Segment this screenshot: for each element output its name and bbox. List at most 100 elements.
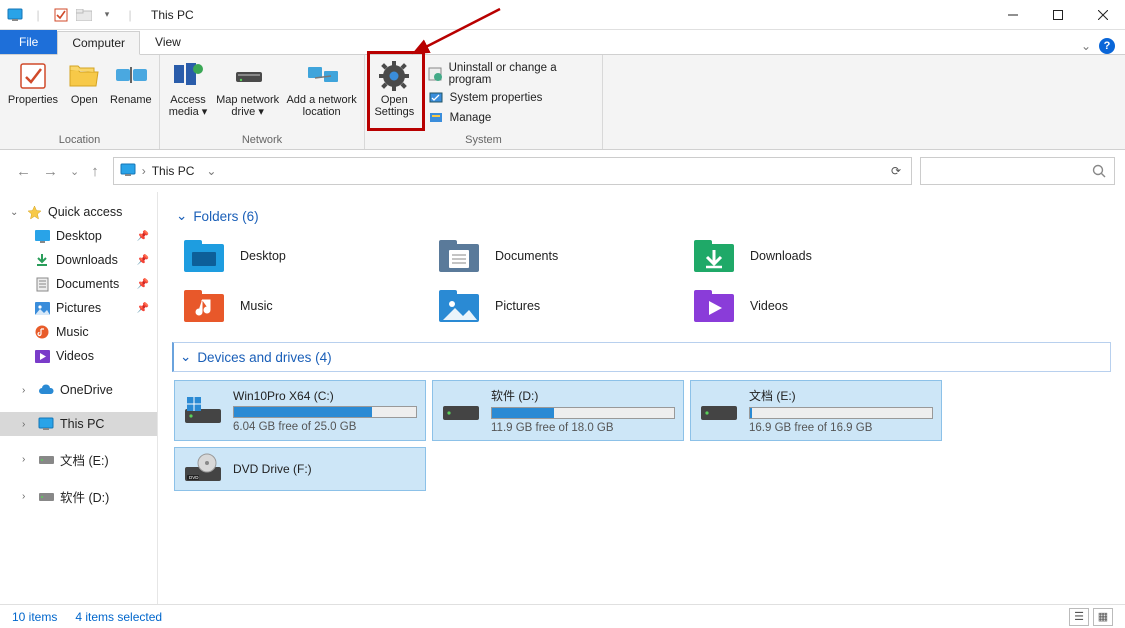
downloads-folder-icon [692, 238, 736, 274]
sidebar-pictures[interactable]: Pictures📌 [0, 296, 157, 320]
forward-button[interactable]: → [43, 163, 58, 180]
chevron-right-icon[interactable]: › [22, 385, 32, 396]
music-folder-icon [182, 288, 226, 324]
refresh-button[interactable]: ⟳ [887, 164, 905, 178]
chevron-down-icon[interactable]: ⌄ [10, 207, 20, 218]
add-location-icon [306, 60, 338, 92]
drives-grid: Win10Pro X64 (C:) 6.04 GB free of 25.0 G… [172, 376, 1111, 497]
download-icon [34, 252, 50, 268]
open-folder-icon [68, 60, 100, 92]
address-dropdown-icon[interactable]: ⌄ [200, 164, 222, 178]
breadcrumb-this-pc[interactable]: This PC [152, 164, 195, 178]
folders-grid: Desktop Documents Downloads Music Pictur… [172, 230, 1111, 342]
help-icon[interactable]: ? [1099, 38, 1115, 54]
sidebar-desktop[interactable]: Desktop📌 [0, 224, 157, 248]
sidebar-drive-e[interactable]: › 文档 (E:) [0, 446, 157, 473]
group-location: Properties Open Rename Location [0, 55, 160, 149]
folder-videos[interactable]: Videos [688, 284, 943, 328]
qat-folder-icon[interactable] [73, 4, 95, 26]
sidebar-downloads[interactable]: Downloads📌 [0, 248, 157, 272]
sidebar-quick-access[interactable]: ⌄ Quick access [0, 200, 157, 224]
videos-icon [34, 348, 50, 364]
sidebar-onedrive[interactable]: › OneDrive [0, 378, 157, 402]
access-media-icon [172, 60, 204, 92]
folder-music[interactable]: Music [178, 284, 433, 328]
access-media-button[interactable]: Access media ▾ [164, 58, 212, 120]
open-settings-button[interactable]: Open Settings [369, 58, 420, 120]
qat-properties-icon[interactable] [50, 4, 72, 26]
pictures-folder-icon [437, 288, 481, 324]
status-selected-count: 4 items selected [75, 610, 162, 624]
navigation-bar: ← → ⌄ ↑ › This PC ⌄ ⟳ [0, 150, 1125, 192]
collapse-ribbon-icon[interactable]: ⌄ [1081, 39, 1091, 53]
drive-c[interactable]: Win10Pro X64 (C:) 6.04 GB free of 25.0 G… [174, 380, 426, 441]
folder-downloads[interactable]: Downloads [688, 234, 943, 278]
search-box[interactable] [920, 157, 1115, 185]
maximize-button[interactable] [1035, 0, 1080, 30]
folder-documents[interactable]: Documents [433, 234, 688, 278]
minimize-button[interactable] [990, 0, 1035, 30]
map-drive-icon [232, 60, 264, 92]
search-icon [1092, 164, 1106, 178]
chevron-down-icon: ⌄ [180, 349, 191, 365]
documents-icon [34, 276, 50, 292]
details-view-button[interactable]: ☰ [1069, 608, 1089, 626]
qat-sep: | [27, 4, 49, 26]
status-item-count: 10 items [12, 610, 57, 624]
close-button[interactable] [1080, 0, 1125, 30]
tab-view[interactable]: View [140, 30, 196, 54]
properties-button[interactable]: Properties [4, 58, 62, 120]
manage-icon [428, 110, 444, 126]
section-drives-header[interactable]: ⌄ Devices and drives (4) [172, 342, 1111, 372]
uninstall-icon [428, 66, 443, 82]
uninstall-button[interactable]: Uninstall or change a program [428, 62, 592, 86]
add-location-button[interactable]: Add a network location [283, 58, 360, 120]
tab-file[interactable]: File [0, 30, 57, 54]
drive-d[interactable]: 软件 (D:) 11.9 GB free of 18.0 GB [432, 380, 684, 441]
qat-dropdown-icon[interactable]: ▾ [96, 4, 118, 26]
back-button[interactable]: ← [16, 163, 31, 180]
properties-icon [17, 60, 49, 92]
drive-icon [38, 489, 54, 505]
app-icon[interactable] [4, 4, 26, 26]
address-sep: › [142, 164, 146, 178]
manage-button[interactable]: Manage [428, 110, 592, 126]
nav-arrows: ← → ⌄ ↑ [10, 163, 105, 180]
sidebar-documents[interactable]: Documents📌 [0, 272, 157, 296]
sidebar-this-pc[interactable]: › This PC [0, 412, 157, 436]
drive-e[interactable]: 文档 (E:) 16.9 GB free of 16.9 GB [690, 380, 942, 441]
icons-view-button[interactable]: ▦ [1093, 608, 1113, 626]
cloud-icon [38, 382, 54, 398]
folder-pictures[interactable]: Pictures [433, 284, 688, 328]
desktop-folder-icon [182, 238, 226, 274]
tab-computer[interactable]: Computer [57, 31, 140, 55]
system-properties-button[interactable]: System properties [428, 90, 592, 106]
pin-icon: 📌 [137, 255, 149, 266]
documents-folder-icon [437, 238, 481, 274]
address-bar[interactable]: › This PC ⌄ ⟳ [113, 157, 912, 185]
open-button[interactable]: Open [64, 58, 105, 120]
sidebar-drive-d[interactable]: › 软件 (D:) [0, 483, 157, 510]
section-folders-header[interactable]: ⌄ Folders (6) [172, 202, 1111, 230]
folder-desktop[interactable]: Desktop [178, 234, 433, 278]
videos-folder-icon [692, 288, 736, 324]
recent-dropdown[interactable]: ⌄ [70, 165, 79, 178]
ribbon: Properties Open Rename Location Access m… [0, 54, 1125, 150]
up-button[interactable]: ↑ [91, 163, 99, 180]
this-pc-icon [120, 163, 136, 179]
drive-icon [441, 396, 481, 426]
map-drive-button[interactable]: Map network drive ▾ [214, 58, 281, 120]
chevron-right-icon[interactable]: › [22, 419, 32, 430]
title-bar: | ▾ | This PC [0, 0, 1125, 30]
sidebar-music[interactable]: Music [0, 320, 157, 344]
drive-dvd[interactable]: DVD DVD Drive (F:) [174, 447, 426, 491]
pin-icon: 📌 [137, 279, 149, 290]
sidebar-videos[interactable]: Videos [0, 344, 157, 368]
system-properties-icon [428, 90, 444, 106]
chevron-right-icon[interactable]: › [22, 491, 32, 502]
rename-button[interactable]: Rename [107, 58, 155, 120]
group-network: Access media ▾ Map network drive ▾ Add a… [160, 55, 365, 149]
chevron-right-icon[interactable]: › [22, 454, 32, 465]
chevron-down-icon: ⌄ [176, 208, 187, 224]
rename-icon [115, 60, 147, 92]
